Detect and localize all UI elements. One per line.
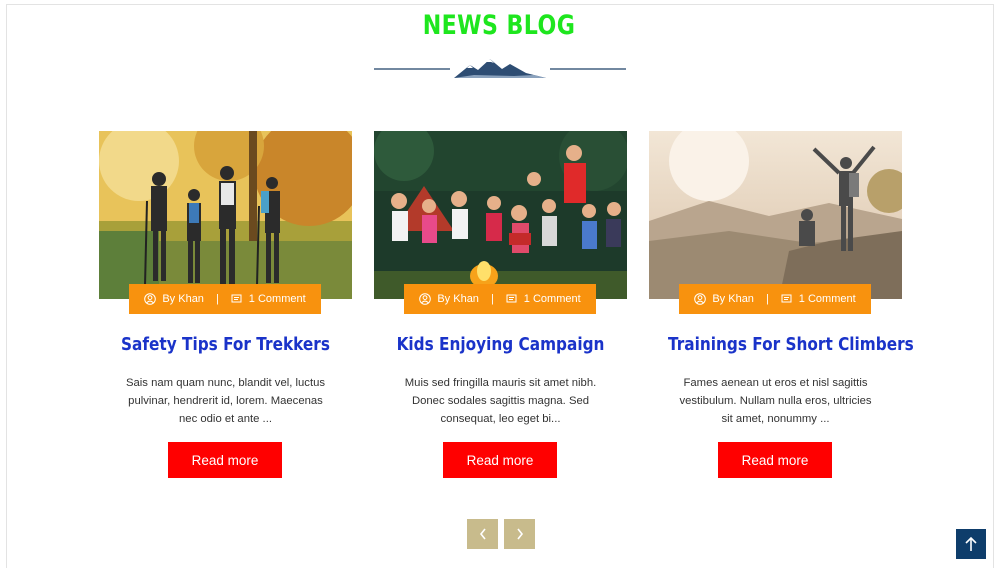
blog-card: By Khan | 1 Comment Safety Tips For Trek…	[99, 131, 352, 481]
comment-icon	[506, 294, 517, 303]
arrow-up-icon	[965, 536, 977, 551]
section-title: NEWS BLOG	[422, 10, 576, 41]
post-author[interactable]: By Khan	[162, 293, 204, 305]
post-excerpt: Sais nam quam nunc, blandit vel, luctus …	[125, 377, 326, 425]
post-excerpt: Muis sed fringilla mauris sit amet nibh.…	[404, 377, 597, 425]
post-title[interactable]: Trainings For Short Climbers	[668, 334, 914, 355]
chevron-left-icon	[479, 528, 486, 540]
read-more-button[interactable]: Read more	[443, 442, 557, 478]
blog-card: By Khan | 1 Comment Trainings For Short …	[649, 131, 914, 481]
blog-card: By Khan | 1 Comment Kids Enjoying Campai…	[374, 131, 627, 481]
post-comments[interactable]: 1 Comment	[249, 293, 306, 305]
post-title[interactable]: Safety Tips For Trekkers	[118, 334, 333, 355]
read-more-button[interactable]: Read more	[168, 442, 282, 478]
carousel-prev-button[interactable]	[467, 519, 498, 549]
user-icon	[694, 293, 707, 305]
user-icon	[419, 293, 432, 305]
post-title[interactable]: Kids Enjoying Campaign	[393, 334, 608, 355]
carousel-next-button[interactable]	[504, 519, 535, 549]
comment-icon	[781, 294, 792, 303]
comment-icon	[231, 294, 242, 303]
post-meta: By Khan | 1 Comment	[404, 284, 596, 314]
post-meta: By Khan | 1 Comment	[679, 284, 871, 314]
post-comments[interactable]: 1 Comment	[799, 293, 856, 305]
post-author[interactable]: By Khan	[712, 293, 754, 305]
read-more-button[interactable]: Read more	[718, 442, 832, 478]
post-meta: By Khan | 1 Comment	[129, 284, 321, 314]
post-excerpt: Fames aenean ut eros et nisl sagittis ve…	[679, 377, 872, 425]
post-image-climbers[interactable]	[649, 131, 902, 299]
chevron-right-icon	[516, 528, 523, 540]
meta-separator: |	[490, 293, 494, 305]
meta-separator: |	[765, 293, 769, 305]
post-comments[interactable]: 1 Comment	[524, 293, 581, 305]
post-image-campfire[interactable]	[374, 131, 627, 299]
post-image-hikers[interactable]	[99, 131, 352, 299]
user-icon	[144, 293, 157, 305]
post-author[interactable]: By Khan	[437, 293, 479, 305]
back-to-top-button[interactable]	[956, 529, 986, 559]
mountain-divider-icon	[374, 59, 626, 78]
meta-separator: |	[215, 293, 219, 305]
